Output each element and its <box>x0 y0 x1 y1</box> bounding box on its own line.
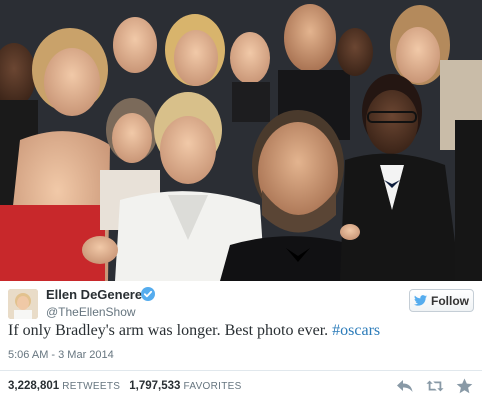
tweet-text: If only Bradley's arm was longer. Best p… <box>8 322 380 340</box>
group-selfie-image <box>0 0 482 281</box>
retweet-label[interactable]: RETWEETS <box>62 381 120 392</box>
star-icon[interactable] <box>456 378 474 394</box>
follow-button[interactable]: Follow <box>409 289 474 312</box>
favorite-label[interactable]: FAVORITES <box>184 381 242 392</box>
favorite-count[interactable]: 1,797,533 <box>129 380 180 392</box>
follow-label: Follow <box>431 293 469 308</box>
retweet-count[interactable]: 3,228,801 <box>8 380 59 392</box>
retweet-icon[interactable] <box>426 378 444 394</box>
verified-badge-icon <box>141 287 155 301</box>
tweet-stats: 3,228,801 RETWEETS 1,797,533 FAVORITES <box>8 380 248 392</box>
tweet-body: If only Bradley's arm was longer. Best p… <box>8 322 333 339</box>
avatar[interactable] <box>8 289 38 319</box>
avatar-image <box>8 289 38 319</box>
author-handle[interactable]: @TheEllenShow <box>46 305 136 319</box>
tweet-card: Ellen DeGeneres @TheEllenShow Follow If … <box>0 281 482 400</box>
bird-icon <box>414 295 427 306</box>
divider <box>0 370 482 371</box>
tweet-actions <box>396 378 474 394</box>
tweet-photo[interactable] <box>0 0 482 281</box>
reply-icon[interactable] <box>396 378 414 394</box>
hashtag-link[interactable]: #oscars <box>332 322 380 339</box>
author-name[interactable]: Ellen DeGeneres <box>46 287 149 302</box>
tweet-timestamp[interactable]: 5:06 AM - 3 Mar 2014 <box>8 349 114 361</box>
